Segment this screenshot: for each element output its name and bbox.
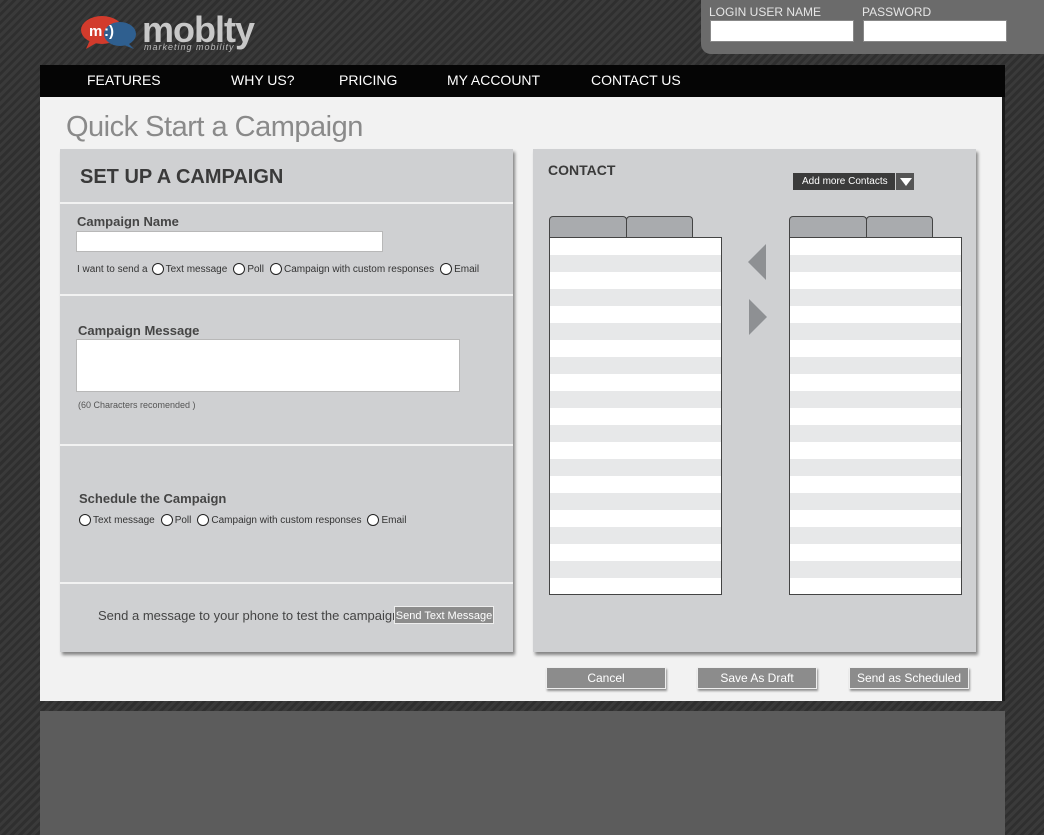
send-type-radio-group: I want to send a Text message Poll Campa…: [77, 263, 479, 275]
add-more-contacts-label: Add more Contacts: [802, 176, 888, 187]
send-email-radio[interactable]: [440, 263, 453, 275]
contact-panel: CONTACT Add more Contacts: [533, 149, 976, 652]
contact-title: CONTACT: [548, 162, 616, 178]
left-list-tab-2[interactable]: [626, 216, 693, 238]
send-text-message-radio[interactable]: [151, 263, 164, 275]
divider: [60, 202, 513, 204]
campaign-name-label: Campaign Name: [77, 214, 179, 229]
send-option-label: Campaign with custom responses: [284, 263, 435, 275]
schedule-type-radio-group: Text message Poll Campaign with custom r…: [79, 514, 406, 526]
divider: [60, 582, 513, 584]
chat-bubbles-logo-icon: m :): [81, 16, 136, 49]
schedule-text-message-radio[interactable]: [79, 514, 91, 526]
schedule-label: Schedule the Campaign: [79, 491, 227, 506]
move-right-arrow-icon[interactable]: [749, 299, 767, 335]
left-list-tab-1[interactable]: [549, 216, 627, 238]
send-option-label: Text message: [165, 263, 228, 275]
send-text-message-button[interactable]: Send Text Message: [394, 606, 494, 624]
move-left-arrow-icon[interactable]: [748, 244, 766, 280]
save-as-draft-button[interactable]: Save As Draft: [697, 667, 817, 689]
divider: [60, 444, 513, 446]
send-poll-radio[interactable]: [233, 263, 246, 275]
schedule-option-label: Campaign with custom responses: [211, 514, 362, 526]
send-option-label: Email: [454, 263, 480, 275]
divider: [60, 294, 513, 296]
send-option-label: Poll: [247, 263, 264, 275]
svg-text:m: m: [89, 23, 102, 40]
nav-contact-us[interactable]: CONTACT US: [591, 72, 681, 88]
available-contacts-list[interactable]: [549, 237, 722, 595]
right-list-tab-2[interactable]: [866, 216, 933, 238]
login-box: LOGIN USER NAME PASSWORD: [701, 0, 1044, 54]
message-length-hint: (60 Characters recomended ): [78, 400, 196, 410]
footer-area: [40, 711, 1005, 835]
brand-logo[interactable]: m :) moblty marketing mobility: [80, 10, 270, 54]
content-shadow: [1002, 97, 1005, 701]
login-username-input[interactable]: [710, 20, 854, 42]
campaign-message-label: Campaign Message: [78, 323, 200, 338]
schedule-poll-radio[interactable]: [160, 514, 173, 526]
add-more-contacts-button[interactable]: Add more Contacts: [793, 173, 914, 190]
setup-campaign-panel: SET UP A CAMPAIGN Campaign Name I want t…: [60, 149, 513, 652]
login-password-label: PASSWORD: [862, 5, 932, 19]
send-as-scheduled-button[interactable]: Send as Scheduled: [849, 667, 969, 689]
main-content: Quick Start a Campaign SET UP A CAMPAIGN…: [40, 97, 1002, 701]
campaign-name-input[interactable]: [76, 231, 383, 252]
nav-my-account[interactable]: MY ACCOUNT: [447, 72, 540, 88]
login-password-input[interactable]: [863, 20, 1007, 42]
setup-campaign-title: SET UP A CAMPAIGN: [80, 166, 284, 188]
send-type-prefix: I want to send a: [77, 263, 148, 275]
main-nav: FEATURES WHY US? PRICING MY ACCOUNT CONT…: [40, 65, 1005, 97]
schedule-custom-responses-radio[interactable]: [197, 514, 210, 526]
test-campaign-text: Send a message to your phone to test the…: [98, 608, 400, 623]
nav-why-us[interactable]: WHY US?: [231, 72, 295, 88]
campaign-message-input[interactable]: [76, 339, 460, 392]
schedule-email-radio[interactable]: [367, 514, 380, 526]
send-custom-responses-radio[interactable]: [270, 263, 282, 275]
login-username-label: LOGIN USER NAME: [709, 5, 822, 19]
chevron-down-icon[interactable]: [895, 173, 914, 190]
schedule-option-label: Email: [381, 514, 407, 526]
nav-pricing[interactable]: PRICING: [339, 72, 397, 88]
schedule-option-label: Text message: [93, 514, 155, 526]
right-list-tab-1[interactable]: [789, 216, 867, 238]
svg-text::): :): [104, 23, 114, 40]
brand-tagline: marketing mobility: [144, 42, 235, 52]
selected-contacts-list[interactable]: [789, 237, 962, 595]
cancel-button[interactable]: Cancel: [546, 667, 666, 689]
nav-features[interactable]: FEATURES: [87, 72, 161, 88]
schedule-option-label: Poll: [174, 514, 192, 526]
page-title: Quick Start a Campaign: [66, 111, 363, 143]
